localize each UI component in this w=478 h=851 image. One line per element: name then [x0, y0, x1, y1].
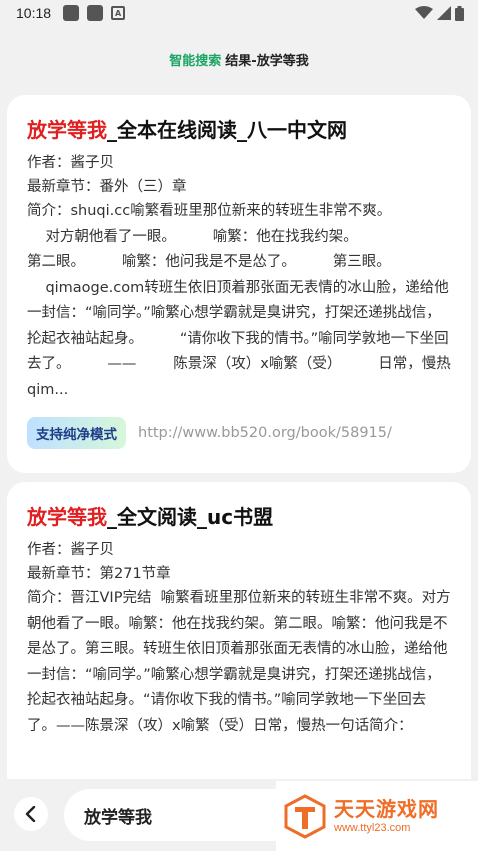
search-query-text: 放学等我 [84, 807, 152, 828]
chevron-left-icon [25, 806, 36, 822]
signal-icon [437, 6, 451, 20]
wifi-icon [415, 6, 433, 19]
watermark-url: www.ttyl23.com [334, 822, 411, 834]
title-rest: _全本在线阅读_八一中文网 [107, 118, 347, 142]
title-highlight: 放学等我 [27, 118, 107, 142]
result-card[interactable]: 放学等我_全文阅读_uc书盟 作者：酱子贝 最新章节：第271节章 简介：晋江V… [7, 482, 471, 802]
status-time: 10:18 [16, 5, 52, 21]
notification-icon-2 [87, 5, 104, 21]
notification-icon [63, 5, 80, 21]
latest-chapter-line: 最新章节：番外（三）章 [27, 179, 187, 195]
pure-mode-badge[interactable]: 支持纯净模式 [27, 417, 126, 449]
latest-chapter-line: 最新章节：第271节章 [27, 566, 171, 582]
status-bar: 10:18 A [0, 0, 478, 26]
author-line: 作者：酱子贝 [27, 542, 114, 558]
site-logo-icon [284, 794, 326, 839]
result-title[interactable]: 放学等我_全文阅读_uc书盟 [27, 502, 451, 532]
author-line: 作者：酱子贝 [27, 155, 114, 171]
result-card[interactable]: 放学等我_全本在线阅读_八一中文网 作者：酱子贝 最新章节：番外（三）章 简介：… [7, 95, 471, 473]
card-footer: 支持纯净模式 http://www.bb520.org/book/58915/ [27, 417, 451, 449]
summary-text: 简介：shuqi.cc喻繁看班里那位新来的转班生非常不爽。 对方朝他看了一眼。 … [27, 203, 451, 398]
a-notification-icon: A [111, 6, 126, 20]
back-button[interactable] [14, 797, 48, 831]
watermark-logo: 天天游戏网 www.ttyl23.com [276, 781, 478, 851]
watermark-title: 天天游戏网 [334, 797, 439, 821]
summary-text: 简介：晋江VIP完结 喻繁看班里那位新来的转班生非常不爽。对方朝他看了一眼。喻繁… [27, 590, 451, 734]
result-query-label: 结果-放学等我 [225, 53, 309, 69]
status-indicators [415, 5, 464, 21]
battery-icon [455, 5, 464, 21]
title-rest: _全文阅读_uc书盟 [107, 505, 274, 529]
result-title[interactable]: 放学等我_全本在线阅读_八一中文网 [27, 115, 451, 145]
title-highlight: 放学等我 [27, 505, 107, 529]
source-url[interactable]: http://www.bb520.org/book/58915/ [138, 425, 392, 441]
smart-search-label: 智能搜索 [169, 53, 222, 69]
page-title: 智能搜索 结果-放学等我 [0, 26, 478, 92]
